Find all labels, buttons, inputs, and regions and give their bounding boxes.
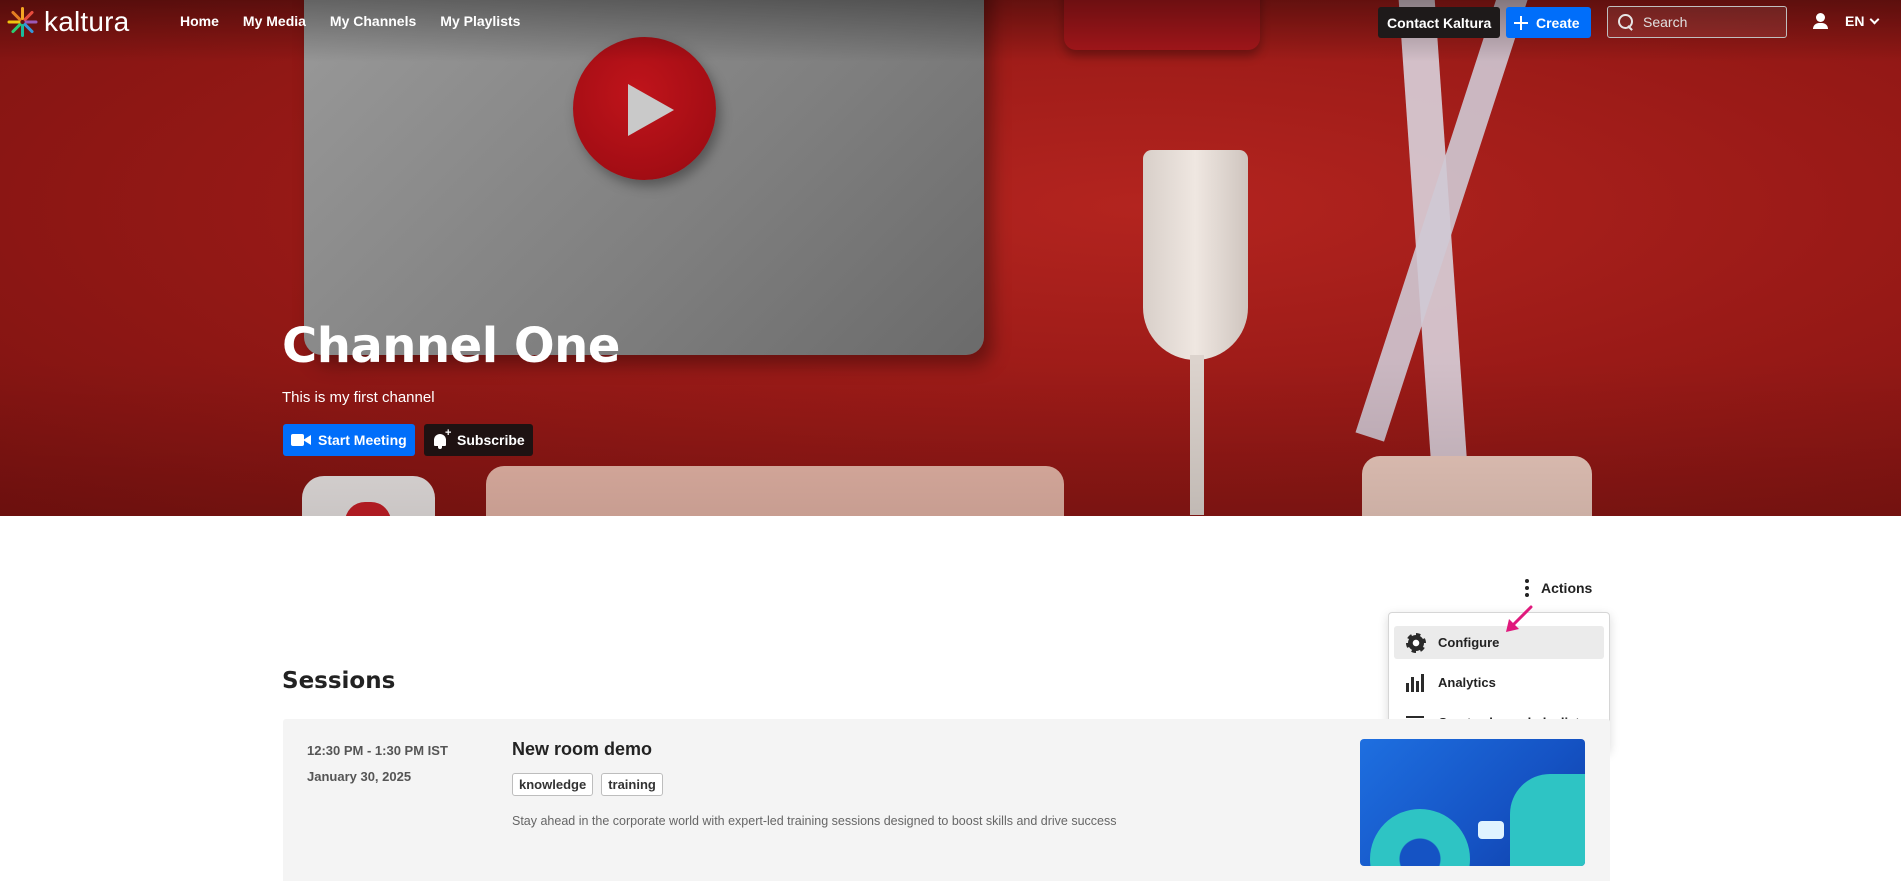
- session-title[interactable]: New room demo: [512, 739, 652, 760]
- menu-item-label: Analytics: [1438, 675, 1496, 690]
- plus-icon: [1514, 15, 1528, 30]
- session-description: Stay ahead in the corporate world with e…: [512, 814, 1117, 828]
- menu-item-configure[interactable]: Configure: [1394, 626, 1604, 659]
- logo-text: kaltura: [44, 6, 130, 37]
- top-navigation: kaltura Home My Media My Channels My Pla…: [0, 0, 1901, 44]
- contact-kaltura-button[interactable]: Contact Kaltura: [1378, 7, 1501, 38]
- chat-bubble-icon: [1478, 821, 1504, 839]
- more-vertical-icon: [1525, 579, 1529, 597]
- menu-item-analytics[interactable]: Analytics: [1394, 666, 1604, 699]
- start-meeting-label: Start Meeting: [318, 432, 407, 448]
- session-card[interactable]: 12:30 PM - 1:30 PM IST January 30, 2025 …: [283, 719, 1610, 881]
- actions-label: Actions: [1541, 580, 1593, 596]
- subscribe-label: Subscribe: [457, 432, 525, 448]
- start-meeting-button[interactable]: Start Meeting: [283, 424, 415, 456]
- create-label: Create: [1536, 14, 1580, 31]
- session-time: 12:30 PM - 1:30 PM IST: [307, 743, 448, 758]
- bell-plus-icon: +: [432, 428, 451, 449]
- chevron-down-icon: [1870, 14, 1880, 24]
- bar-chart-icon: [1406, 673, 1426, 692]
- video-camera-icon: [291, 434, 311, 446]
- session-tags: knowledge training: [512, 773, 663, 796]
- main-nav-links: Home My Media My Channels My Playlists: [180, 13, 520, 29]
- language-selector[interactable]: EN: [1845, 13, 1880, 29]
- language-label: EN: [1845, 13, 1865, 29]
- nav-link-my-media[interactable]: My Media: [243, 13, 306, 29]
- sessions-heading: Sessions: [282, 668, 396, 694]
- actions-button[interactable]: Actions: [1525, 579, 1592, 597]
- search-box[interactable]: [1607, 6, 1787, 38]
- create-button[interactable]: Create: [1506, 7, 1591, 38]
- kaltura-logo-icon: [6, 6, 38, 38]
- kaltura-logo[interactable]: kaltura: [6, 6, 129, 38]
- tag-training[interactable]: training: [601, 773, 663, 796]
- thumbnail-graphic: [1510, 774, 1585, 866]
- nav-link-my-playlists[interactable]: My Playlists: [440, 13, 520, 29]
- thumbnail-graphic: [1370, 809, 1470, 866]
- nav-link-my-channels[interactable]: My Channels: [330, 13, 416, 29]
- session-date: January 30, 2025: [307, 769, 412, 784]
- nav-link-home[interactable]: Home: [180, 13, 219, 29]
- subscribe-button[interactable]: + Subscribe: [424, 424, 533, 456]
- channel-title: Channel One: [282, 318, 620, 374]
- annotation-arrow-icon: [1506, 605, 1533, 632]
- search-icon: [1618, 14, 1634, 30]
- tag-knowledge[interactable]: knowledge: [512, 773, 594, 796]
- menu-item-label: Configure: [1438, 635, 1500, 650]
- channel-description: This is my first channel: [282, 389, 435, 406]
- search-input[interactable]: [1643, 14, 1773, 30]
- gear-icon: [1406, 633, 1426, 653]
- session-thumbnail[interactable]: [1360, 739, 1585, 866]
- user-icon[interactable]: [1812, 12, 1830, 30]
